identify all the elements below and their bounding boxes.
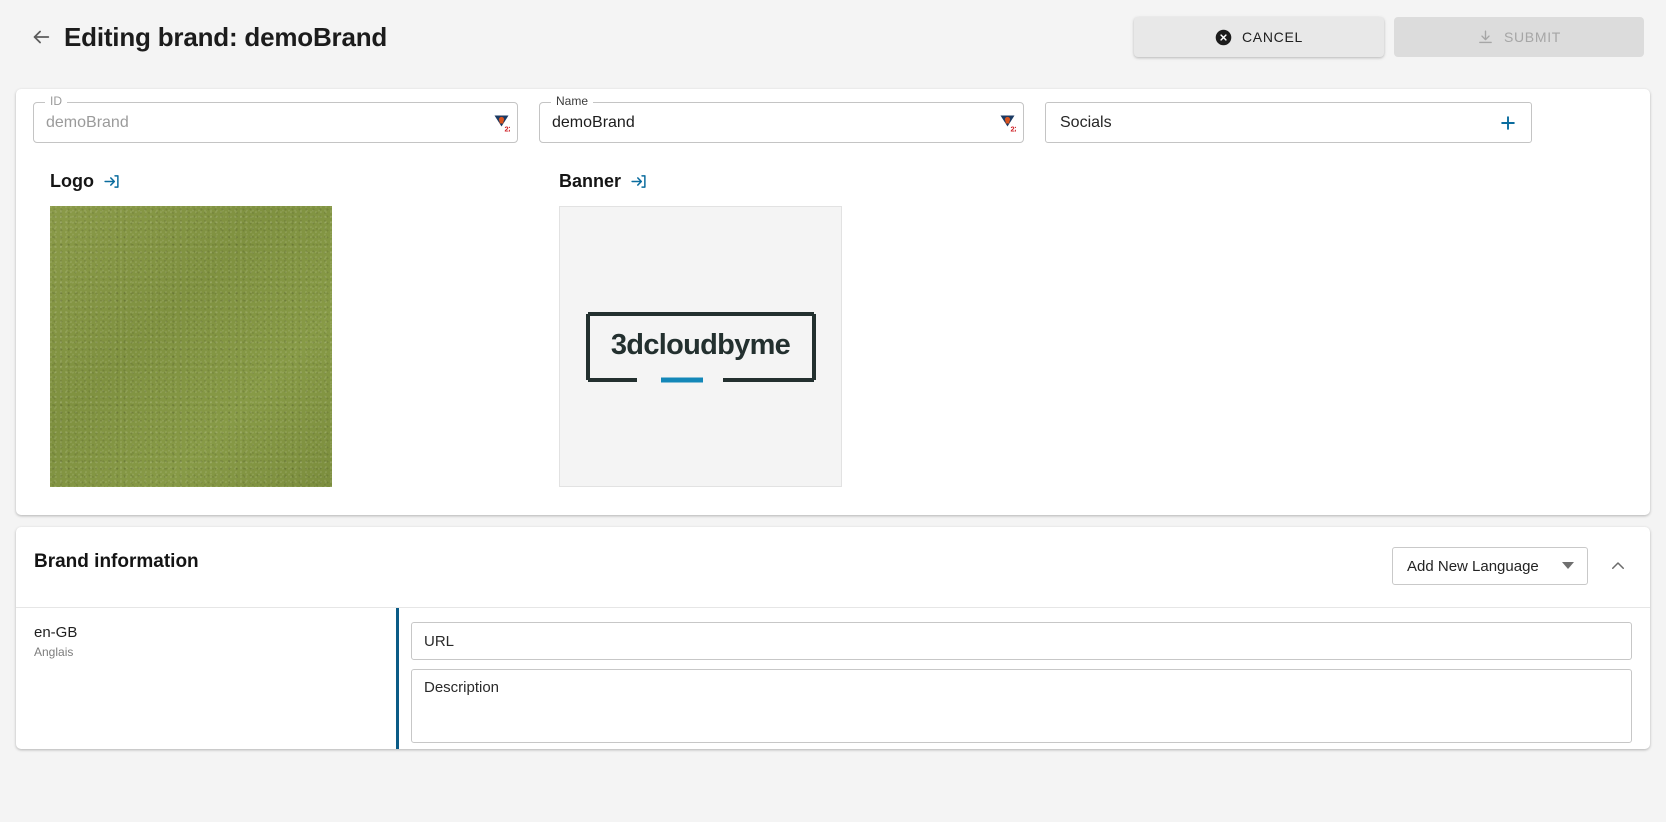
brand-fields-row: ID 22 Name xyxy=(33,95,1532,143)
brand-editor-page: Editing brand: demoBrand CANCEL SUBMIT I… xyxy=(0,0,1666,822)
brand-name-field[interactable]: Name 22 xyxy=(539,95,1024,143)
language-name: Anglais xyxy=(34,645,74,659)
language-translation-pane xyxy=(399,608,1650,749)
brand-information-card: Brand information Add New Language en-GB… xyxy=(16,527,1650,749)
socials-field[interactable]: Socials xyxy=(1045,102,1532,143)
svg-text:22: 22 xyxy=(1011,124,1017,132)
cancel-circle-icon xyxy=(1215,29,1232,46)
cancel-button-label: CANCEL xyxy=(1242,29,1303,45)
brand-name-label: Name xyxy=(551,95,594,107)
cancel-button[interactable]: CANCEL xyxy=(1134,17,1384,57)
banner-heading: Banner xyxy=(559,171,622,191)
banner-logo-graphic: 3dcloudbyme xyxy=(585,311,817,383)
back-arrow-icon[interactable] xyxy=(26,22,56,52)
url-input[interactable] xyxy=(411,622,1632,660)
header-actions: CANCEL SUBMIT xyxy=(1134,17,1644,57)
banner-section-header: Banner xyxy=(559,171,647,192)
banner-preview-image[interactable]: 3dcloudbyme xyxy=(559,206,842,487)
brand-media-card: ID 22 Name xyxy=(16,89,1650,515)
lastpass-vault-icon[interactable]: 22 xyxy=(999,113,1019,133)
lastpass-vault-icon[interactable]: 22 xyxy=(493,113,513,133)
language-info-pane[interactable]: en-GB Anglais xyxy=(16,608,399,749)
description-textarea[interactable] xyxy=(411,669,1632,743)
upload-into-box-icon[interactable] xyxy=(630,173,647,190)
chevron-down-icon xyxy=(1562,557,1574,575)
add-new-language-label: Add New Language xyxy=(1407,557,1539,575)
collapse-section-button[interactable] xyxy=(1604,553,1632,581)
brand-information-title: Brand information xyxy=(34,551,199,572)
socials-label: Socials xyxy=(1060,113,1112,131)
language-row: en-GB Anglais xyxy=(16,607,1650,749)
logo-heading: Logo xyxy=(50,171,94,191)
chevron-up-icon xyxy=(1609,557,1627,578)
logo-preview-image[interactable] xyxy=(50,206,332,487)
brand-name-input[interactable] xyxy=(540,103,1023,142)
svg-text:22: 22 xyxy=(505,124,511,132)
submit-button[interactable]: SUBMIT xyxy=(1394,17,1644,57)
brand-id-input[interactable] xyxy=(34,103,517,142)
language-code: en-GB xyxy=(34,624,78,641)
page-header: Editing brand: demoBrand CANCEL SUBMIT xyxy=(0,0,1666,74)
banner-wordmark: 3dcloudbyme xyxy=(610,328,791,361)
page-title: Editing brand: demoBrand xyxy=(64,21,388,52)
add-social-button[interactable] xyxy=(1495,110,1521,136)
submit-button-label: SUBMIT xyxy=(1503,29,1562,45)
upload-into-box-icon[interactable] xyxy=(103,173,120,190)
add-new-language-select[interactable]: Add New Language xyxy=(1392,547,1588,585)
save-download-icon xyxy=(1477,29,1494,46)
brand-id-label: ID xyxy=(45,95,67,107)
brand-id-field[interactable]: ID 22 xyxy=(33,95,518,143)
logo-section-header: Logo xyxy=(50,171,120,192)
